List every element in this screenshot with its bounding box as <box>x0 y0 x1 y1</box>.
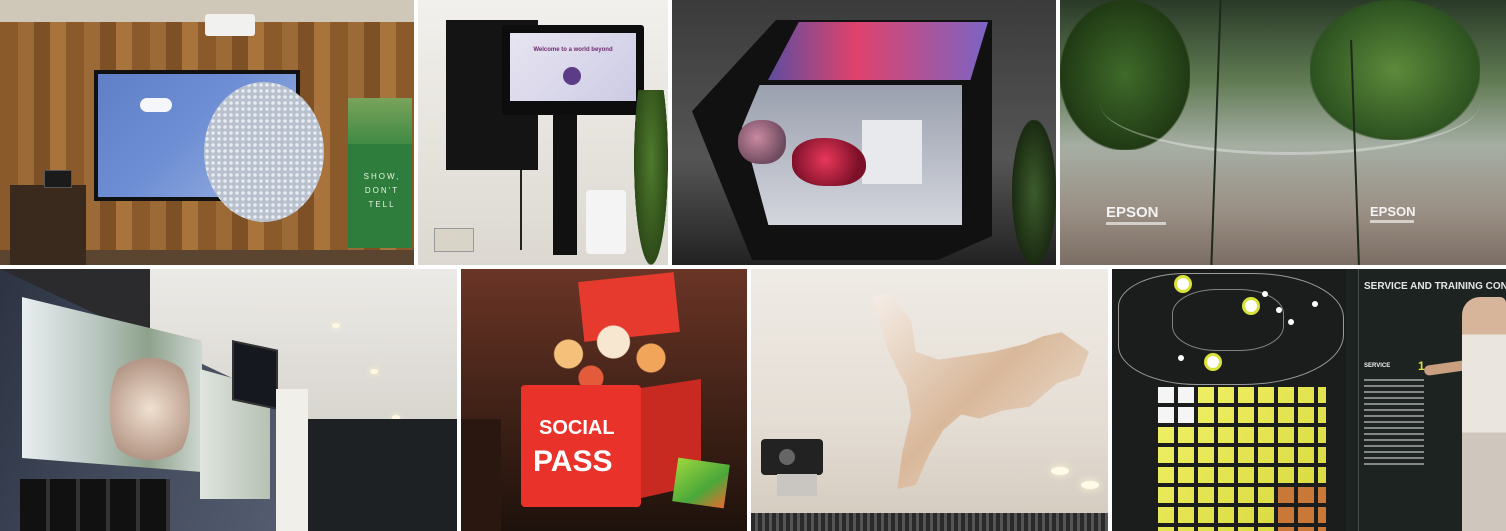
shelf <box>862 120 922 184</box>
service-label: SERVICE <box>1364 363 1391 369</box>
desk-device <box>434 228 474 252</box>
map-marker-highlight <box>1174 275 1192 293</box>
icon-grid-white <box>1158 387 1198 427</box>
map-dot <box>1262 291 1268 297</box>
wall-tv <box>232 340 278 410</box>
plant <box>1012 120 1056 265</box>
cable <box>520 170 522 250</box>
ceiling-lamp <box>1051 467 1069 475</box>
plant <box>634 90 668 265</box>
cloud <box>140 98 172 112</box>
photo-puma-projection <box>751 269 1108 531</box>
projection-arc <box>1100 52 1480 155</box>
map-dot <box>1288 319 1294 325</box>
icon-grid-orange <box>1278 487 1326 531</box>
ceiling-light <box>370 369 378 374</box>
printer <box>586 190 626 254</box>
dark-room <box>308 419 457 531</box>
green-icon <box>672 457 730 509</box>
kiosk-badge <box>563 67 581 85</box>
social-icons-cluster <box>531 314 681 394</box>
laptop <box>44 170 72 188</box>
person <box>1462 297 1506 531</box>
photo-kiosk: Welcome to a world beyond <box>418 0 668 265</box>
wall-display <box>94 70 324 222</box>
chairs <box>20 479 170 531</box>
map-region <box>1172 289 1284 351</box>
photo-social-pass: SOCIAL PASS <box>461 269 747 531</box>
epson-tagline-right <box>1370 220 1414 223</box>
photo-transparent-projection: EPSON EPSON <box>1060 0 1506 265</box>
map-marker-highlight <box>1204 353 1222 371</box>
kiosk-monitor: Welcome to a world beyond <box>502 25 644 115</box>
banner-graphic <box>348 98 412 144</box>
column <box>276 389 308 531</box>
air-conditioner <box>205 14 255 36</box>
epson-tagline-left <box>1106 222 1166 225</box>
map-dot <box>1276 307 1282 313</box>
map-dot <box>1178 355 1184 361</box>
social-pass-line2: PASS <box>533 445 613 478</box>
epson-logo-right: EPSON <box>1370 204 1416 219</box>
kiosk-screen: Welcome to a world beyond <box>510 33 636 101</box>
vent <box>751 513 1108 531</box>
map-dot <box>1312 301 1318 307</box>
photo-hologram-pyramid <box>672 0 1056 265</box>
photo-corridor-projection <box>0 269 457 531</box>
projector-mount <box>777 474 817 496</box>
shelf <box>461 419 501 531</box>
desk <box>10 185 86 265</box>
ceiling-lamp <box>1081 481 1099 489</box>
map-marker-highlight <box>1242 297 1260 315</box>
dotted-dome-building <box>204 82 324 222</box>
photo-screen-wood-wall: SHOW, DON'T TELL <box>0 0 414 265</box>
service-title: SERVICE AND TRAINING CONC <box>1364 281 1506 292</box>
kiosk-screen-title: Welcome to a world beyond <box>533 47 613 53</box>
hologram-top-screen <box>768 22 988 80</box>
projector-lens <box>779 449 795 465</box>
kiosk-stand <box>553 115 577 255</box>
epson-logo-left: EPSON <box>1106 204 1159 221</box>
cable <box>1358 269 1359 531</box>
info-text-block <box>1364 379 1424 469</box>
banner-text: SHOW, DON'T TELL <box>363 172 401 209</box>
projected-face <box>110 349 190 469</box>
ceiling-light <box>332 323 340 328</box>
photo-service-wall: SERVICE AND TRAINING CONC SERVICE 1 <box>1112 269 1506 531</box>
hologram-object-left <box>738 120 786 164</box>
social-pass-line1: SOCIAL <box>539 417 615 439</box>
